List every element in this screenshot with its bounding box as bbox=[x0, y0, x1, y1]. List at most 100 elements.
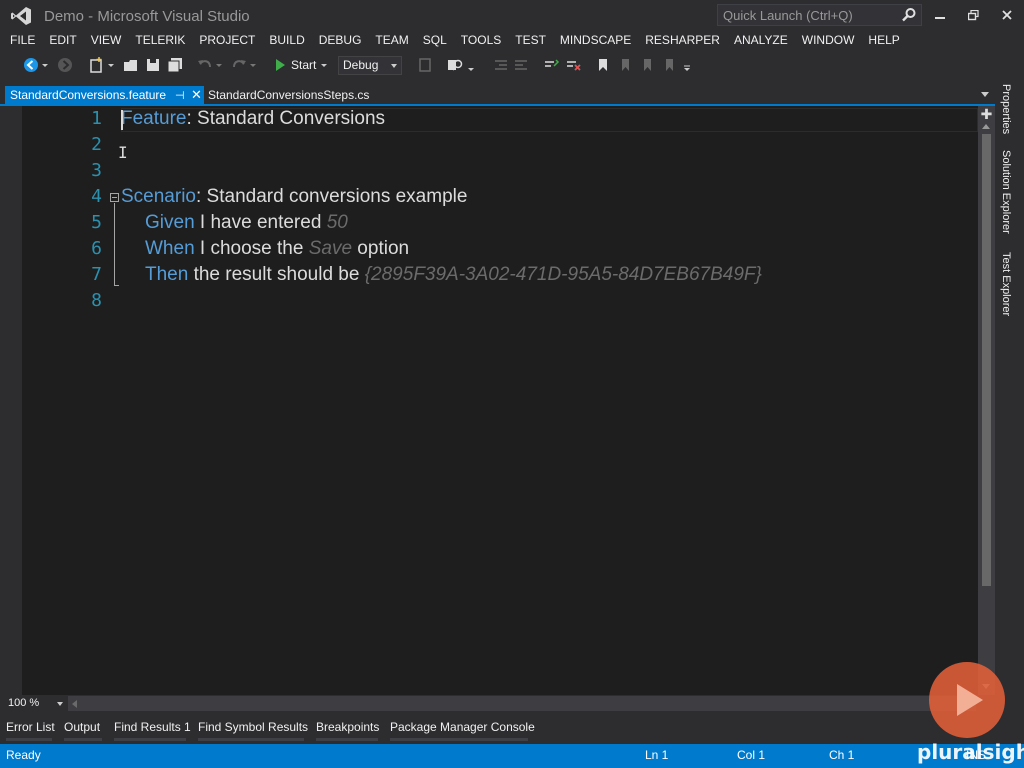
tab-indicator bbox=[390, 738, 528, 741]
menu-debug[interactable]: DEBUG bbox=[312, 30, 369, 50]
zoom-level-select[interactable]: 100 % bbox=[5, 696, 63, 711]
open-file-icon[interactable] bbox=[122, 56, 140, 74]
tab-breakpoints[interactable]: Breakpoints bbox=[316, 720, 379, 734]
menu-sql[interactable]: SQL bbox=[416, 30, 454, 50]
navigate-forward-icon[interactable] bbox=[56, 56, 74, 74]
restore-button[interactable] bbox=[961, 4, 985, 26]
menu-file[interactable]: FILE bbox=[3, 30, 42, 50]
chevron-down-icon[interactable] bbox=[248, 56, 258, 74]
save-all-icon[interactable] bbox=[166, 56, 184, 74]
menu-help[interactable]: HELP bbox=[861, 30, 906, 50]
bottom-tool-tabs: Error List Output Find Results 1 Find Sy… bbox=[0, 717, 1024, 743]
menu-edit[interactable]: EDIT bbox=[42, 30, 83, 50]
line-number: 8 bbox=[91, 290, 102, 311]
collapse-scenario-toggle[interactable] bbox=[110, 193, 119, 202]
chevron-down-icon[interactable] bbox=[106, 56, 116, 74]
navigate-back-icon[interactable] bbox=[22, 56, 40, 74]
code-text: option bbox=[352, 238, 410, 259]
scrollbar-thumb[interactable] bbox=[982, 134, 991, 586]
outline-line bbox=[114, 203, 115, 285]
chevron-down-icon[interactable] bbox=[40, 56, 50, 74]
status-column: Col 1 bbox=[737, 748, 766, 762]
chevron-down-icon[interactable] bbox=[319, 60, 329, 70]
save-icon[interactable] bbox=[144, 56, 162, 74]
tab-find-results-1[interactable]: Find Results 1 bbox=[114, 720, 191, 734]
side-tab-test-explorer[interactable]: Test Explorer bbox=[1000, 252, 1012, 316]
new-project-icon[interactable] bbox=[88, 56, 106, 74]
horizontal-scrollbar[interactable] bbox=[68, 696, 976, 711]
bookmark-icon[interactable] bbox=[594, 56, 612, 74]
menu-team[interactable]: TEAM bbox=[368, 30, 415, 50]
line-number: 6 bbox=[91, 238, 102, 259]
chevron-down-icon[interactable] bbox=[214, 56, 224, 74]
quick-launch-box[interactable] bbox=[717, 4, 922, 26]
minimize-button[interactable] bbox=[928, 4, 952, 26]
next-bookmark-icon[interactable] bbox=[638, 56, 656, 74]
tab-standardconversions-feature[interactable]: StandardConversions.feature ⊣ ✕ bbox=[5, 86, 204, 106]
close-icon bbox=[1002, 10, 1012, 20]
menu-tools[interactable]: TOOLS bbox=[454, 30, 508, 50]
pin-icon[interactable]: ⊣ bbox=[175, 89, 185, 102]
zoom-value: 100 % bbox=[8, 697, 40, 709]
close-window-button[interactable] bbox=[995, 4, 1019, 26]
gherkin-keyword: Given bbox=[145, 212, 195, 233]
code-text: : Standard conversions example bbox=[196, 186, 468, 207]
minimize-icon bbox=[935, 17, 945, 19]
chevron-down-icon bbox=[57, 702, 63, 706]
line-number: 3 bbox=[91, 160, 102, 181]
menu-resharper[interactable]: RESHARPER bbox=[638, 30, 727, 50]
menu-analyze[interactable]: ANALYZE bbox=[727, 30, 795, 50]
tab-error-list[interactable]: Error List bbox=[6, 720, 55, 734]
chevron-down-icon[interactable] bbox=[466, 56, 476, 74]
redo-icon[interactable] bbox=[230, 56, 248, 74]
uncomment-lines-icon[interactable] bbox=[564, 56, 582, 74]
toolbar-options-icon[interactable] bbox=[682, 56, 692, 74]
quick-launch-input[interactable] bbox=[718, 5, 898, 25]
scroll-left-icon[interactable] bbox=[72, 700, 77, 708]
solution-configuration-select[interactable]: Debug bbox=[338, 56, 402, 75]
search-icon[interactable] bbox=[901, 7, 917, 23]
code-line-4: Scenario: Standard conversions example bbox=[121, 184, 467, 210]
clear-bookmarks-icon[interactable] bbox=[660, 56, 678, 74]
code-editor[interactable]: 1 2 3 4 5 6 7 8 Feature: Standard Conver… bbox=[22, 106, 978, 695]
menu-mindscape[interactable]: MINDSCAPE bbox=[553, 30, 638, 50]
menu-view[interactable]: VIEW bbox=[84, 30, 129, 50]
step-parameter: Save bbox=[308, 238, 353, 259]
comment-lines-icon[interactable] bbox=[542, 56, 560, 74]
menu-project[interactable]: PROJECT bbox=[192, 30, 262, 50]
tab-package-manager-console[interactable]: Package Manager Console bbox=[390, 720, 535, 734]
find-in-files-icon[interactable] bbox=[446, 56, 464, 74]
previous-bookmark-icon[interactable] bbox=[616, 56, 634, 74]
line-number: 2 bbox=[91, 134, 102, 155]
mouse-ibeam-cursor-icon: I bbox=[118, 143, 128, 162]
tab-standardconversionssteps-cs[interactable]: StandardConversionsSteps.cs bbox=[208, 86, 369, 106]
visual-studio-window: Demo - Microsoft Visual Studio FILE EDIT… bbox=[0, 0, 1024, 768]
chevron-down-icon[interactable] bbox=[981, 92, 989, 97]
code-line-5: Given I have entered 50 bbox=[145, 210, 348, 236]
indent-icon[interactable] bbox=[512, 56, 530, 74]
side-tab-solution-explorer[interactable]: Solution Explorer bbox=[1000, 150, 1012, 234]
standard-toolbar: Start Debug bbox=[0, 53, 1024, 77]
outdent-icon[interactable] bbox=[492, 56, 510, 74]
menu-test[interactable]: TEST bbox=[508, 30, 553, 50]
attach-process-icon[interactable] bbox=[416, 56, 434, 74]
tab-find-symbol-results[interactable]: Find Symbol Results bbox=[198, 720, 308, 734]
right-side-panels: Properties Solution Explorer Test Explor… bbox=[996, 84, 1024, 724]
outline-end bbox=[114, 285, 119, 286]
menu-window[interactable]: WINDOW bbox=[795, 30, 862, 50]
scroll-up-icon[interactable] bbox=[982, 124, 990, 129]
tab-output[interactable]: Output bbox=[64, 720, 100, 734]
menu-build[interactable]: BUILD bbox=[262, 30, 311, 50]
start-debugging-button[interactable]: Start bbox=[276, 56, 329, 74]
code-line-7: Then the result should be {2895F39A-3A02… bbox=[145, 262, 762, 288]
code-text: the result should be bbox=[188, 264, 365, 285]
menu-telerik[interactable]: TELERIK bbox=[128, 30, 192, 50]
code-text: I have entered bbox=[194, 212, 327, 233]
vertical-scrollbar[interactable]: ✚ bbox=[978, 106, 995, 695]
undo-icon[interactable] bbox=[196, 56, 214, 74]
tab-label: StandardConversionsSteps.cs bbox=[208, 88, 370, 102]
split-window-icon[interactable]: ✚ bbox=[980, 107, 993, 121]
line-number: 1 bbox=[91, 108, 102, 129]
close-icon[interactable]: ✕ bbox=[191, 87, 202, 103]
side-tab-properties[interactable]: Properties bbox=[1000, 84, 1012, 134]
